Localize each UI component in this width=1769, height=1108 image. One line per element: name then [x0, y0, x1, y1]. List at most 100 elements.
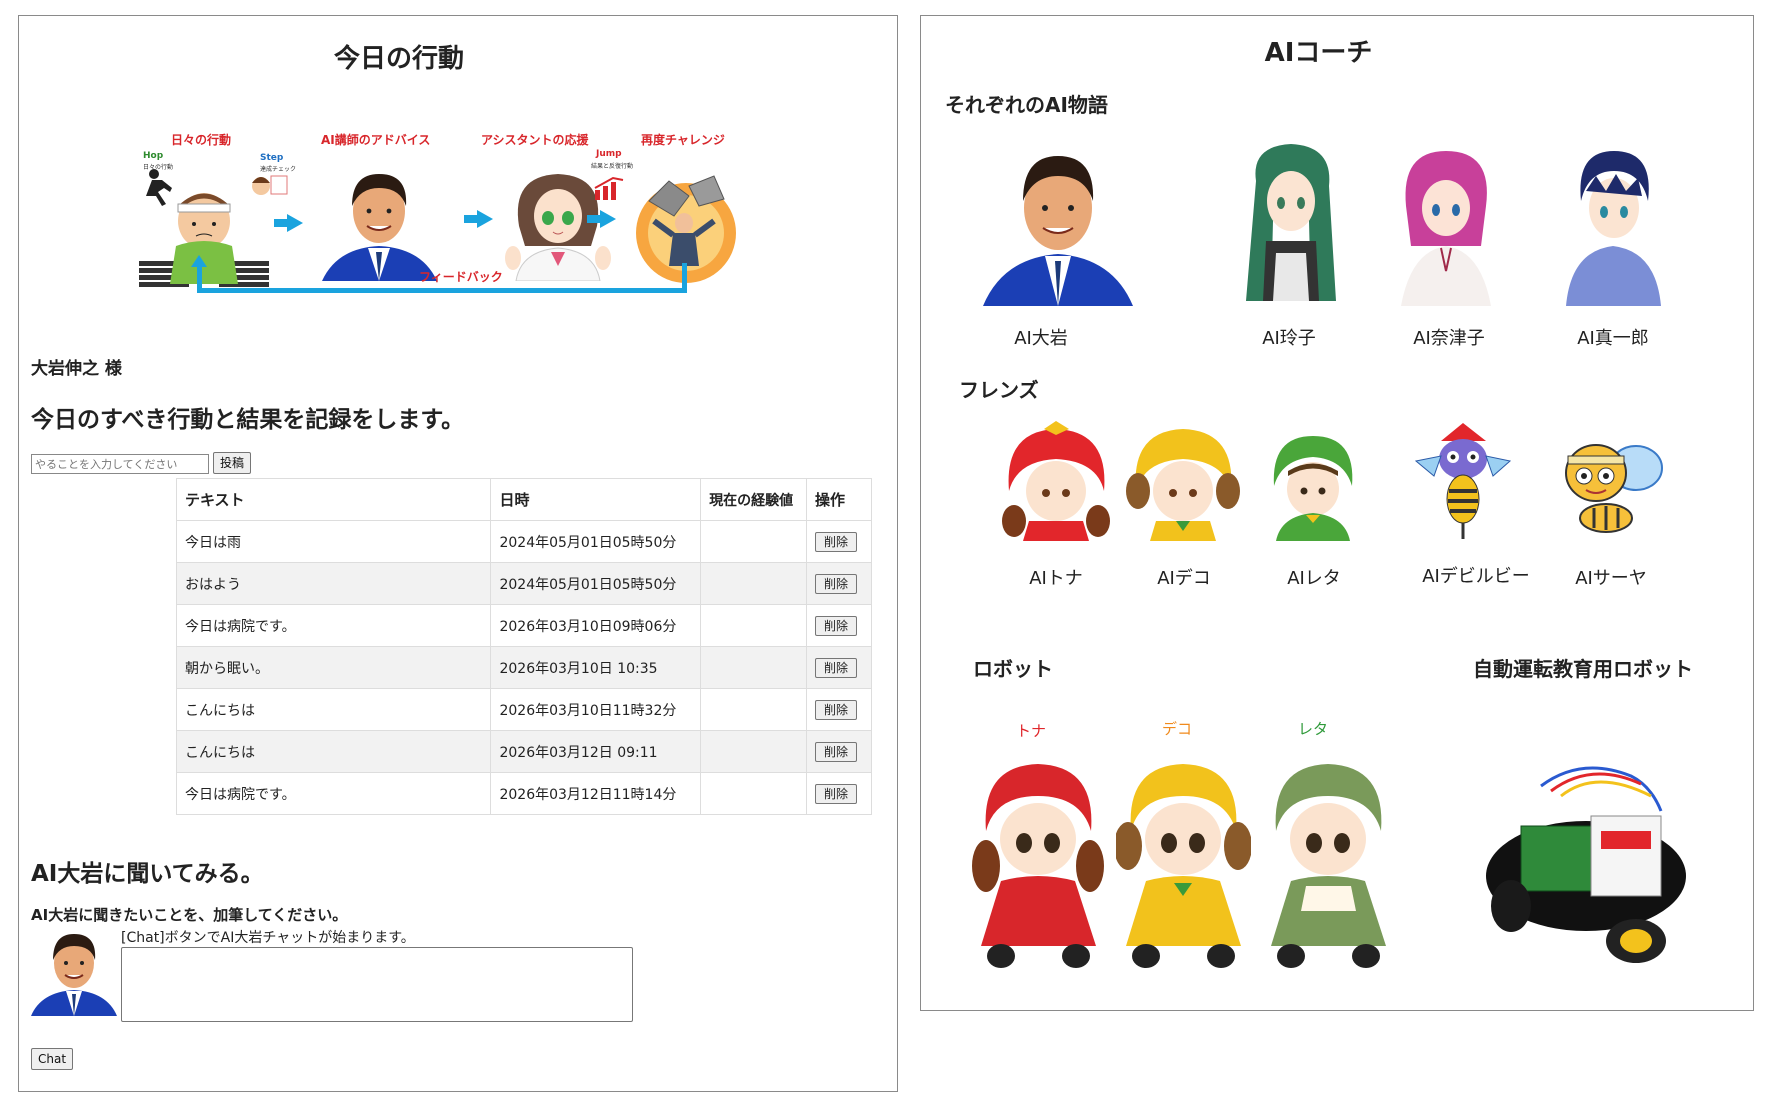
header-exp: 現在の経験値: [700, 478, 808, 521]
coach-shinichiro-image[interactable]: [1546, 146, 1681, 306]
row-action-cell: 削除: [806, 688, 872, 731]
ask-subheading: AI大岩に聞きたいことを、加筆してください。: [31, 906, 348, 924]
row-exp: [700, 520, 808, 563]
delete-button[interactable]: 削除: [815, 532, 858, 552]
friend-devilbee-image[interactable]: [1406, 421, 1521, 546]
task-input[interactable]: [31, 454, 209, 474]
table-row: おはよう 2024年05月01日05時50分 削除: [175, 562, 872, 605]
chat-button[interactable]: Chat: [31, 1048, 74, 1070]
table-row: 今日は病院です。 2026年03月12日11時14分 削除: [175, 772, 872, 815]
table-row: こんにちは 2026年03月12日 09:11 削除: [175, 730, 872, 773]
user-name: 大岩伸之 様: [31, 359, 122, 379]
friend-name: AIサーヤ: [1575, 568, 1647, 589]
robot-section-heading: ロボット: [973, 657, 1053, 681]
robot-name-deko: デコ: [1161, 720, 1192, 738]
row-action-cell: 削除: [806, 730, 872, 773]
friend-saaya-image[interactable]: [1546, 428, 1666, 538]
flow-arrow-3: [587, 215, 601, 223]
post-button[interactable]: 投稿: [213, 452, 252, 474]
row-action-cell: 削除: [806, 520, 872, 563]
friends-section-heading: フレンズ: [959, 378, 1039, 402]
chat-hint: [Chat]ボタンでAI大岩チャットが始まります。: [121, 930, 415, 946]
autonomous-robot-car-image[interactable]: [1481, 756, 1691, 971]
friend-name: AIトナ: [1029, 568, 1083, 589]
ask-heading: AI大岩に聞いてみる。: [31, 861, 264, 887]
auto-robot-section-heading: 自動運転教育用ロボット: [1473, 657, 1693, 681]
feedback-arrow-head: [191, 255, 207, 267]
delete-button[interactable]: 削除: [815, 616, 858, 636]
row-date: 2026年03月10日 10:35: [490, 646, 702, 689]
friend-tona-image[interactable]: [999, 421, 1114, 541]
coach-reiko-image[interactable]: [1221, 141, 1361, 306]
row-date: 2026年03月10日11時32分: [490, 688, 702, 731]
table-row: こんにちは 2026年03月10日11時32分 削除: [175, 688, 872, 731]
table-row: 今日は病院です。 2026年03月10日09時06分 削除: [175, 604, 872, 647]
delete-button[interactable]: 削除: [815, 742, 858, 762]
ai-oiwa-avatar: [31, 934, 117, 1016]
row-text: こんにちは: [175, 730, 492, 773]
flow-arrow-2: [464, 215, 478, 223]
flow-step-daily-label: 日々の行動: [171, 133, 232, 147]
flow-step-challenge-label: 再度チャレンジ: [641, 133, 725, 147]
robot-deko-image[interactable]: [1116, 761, 1251, 971]
robot-reta-image[interactable]: [1261, 761, 1396, 971]
daily-action-panel: 今日の行動 日々の行動 AI講師のアドバイス アシスタントの応援 再度チャレンジ…: [18, 15, 898, 1092]
row-exp: [700, 646, 808, 689]
friend-name: AIデコ: [1157, 568, 1211, 589]
records-table: テキスト 日時 現在の経験値 操作 今日は雨 2024年05月01日05時50分…: [175, 478, 872, 815]
row-text: 今日は雨: [175, 520, 492, 563]
friend-name: AIデビルビー: [1422, 566, 1530, 587]
row-date: 2026年03月12日11時14分: [490, 772, 702, 815]
row-exp: [700, 772, 808, 815]
hop-label: Hop: [143, 151, 164, 161]
delete-button[interactable]: 削除: [815, 574, 858, 594]
header-date: 日時: [490, 478, 702, 521]
header-action: 操作: [806, 478, 872, 521]
row-action-cell: 削除: [806, 646, 872, 689]
ai-coach-panel: AIコーチ それぞれのAI物語 AI大岩 AI玲子 AI奈津子 AI真一郎 フレ…: [920, 15, 1754, 1011]
row-text: 今日は病院です。: [175, 604, 492, 647]
robot-tona-image[interactable]: [971, 761, 1106, 971]
flow-arrow-1-head: [287, 214, 303, 232]
check-illustration: [252, 175, 288, 195]
row-date: 2024年05月01日05時50分: [490, 562, 702, 605]
row-text: おはよう: [175, 562, 492, 605]
flow-diagram: 日々の行動 AI講師のアドバイス アシスタントの応援 再度チャレンジ Hop 日…: [129, 111, 829, 341]
jump-label: Jump: [596, 149, 622, 159]
coach-oiwa-image[interactable]: [983, 146, 1133, 306]
row-exp: [700, 688, 808, 731]
step-label: Step: [260, 153, 284, 163]
robot-name-reta: レタ: [1297, 720, 1328, 738]
story-section-heading: それぞれのAI物語: [945, 93, 1108, 117]
table-row: 朝から眠い。 2026年03月10日 10:35 削除: [175, 646, 872, 689]
growth-chart-icon: [594, 176, 624, 200]
flow-arrow-3-head: [600, 210, 616, 228]
coach-name: AI奈津子: [1413, 328, 1485, 349]
chat-textarea[interactable]: [121, 947, 633, 1022]
coach-natsuko-image[interactable]: [1381, 146, 1511, 306]
friend-deko-image[interactable]: [1126, 421, 1241, 541]
record-heading: 今日のすべき行動と結果を記録をします。: [31, 407, 465, 433]
delete-button[interactable]: 削除: [815, 784, 858, 804]
row-exp: [700, 562, 808, 605]
row-action-cell: 削除: [806, 772, 872, 815]
robot-name-tona: トナ: [1015, 722, 1046, 740]
flow-step-support-label: アシスタントの応援: [481, 133, 589, 147]
feedback-line-bottom: [197, 288, 687, 293]
coach-name: AI玲子: [1262, 328, 1316, 349]
row-text: 朝から眠い。: [175, 646, 492, 689]
row-exp: [700, 730, 808, 773]
delete-button[interactable]: 削除: [815, 700, 858, 720]
coach-title: AIコーチ: [1264, 38, 1373, 68]
row-exp: [700, 604, 808, 647]
row-date: 2026年03月12日 09:11: [490, 730, 702, 773]
row-action-cell: 削除: [806, 604, 872, 647]
flow-arrow-2-head: [477, 210, 493, 228]
page-title: 今日の行動: [333, 44, 464, 74]
flow-arrow-1: [274, 219, 288, 227]
table-row: 今日は雨 2024年05月01日05時50分 削除: [175, 520, 872, 563]
friend-reta-image[interactable]: [1256, 431, 1371, 541]
row-text: こんにちは: [175, 688, 492, 731]
delete-button[interactable]: 削除: [815, 658, 858, 678]
row-text: 今日は病院です。: [175, 772, 492, 815]
